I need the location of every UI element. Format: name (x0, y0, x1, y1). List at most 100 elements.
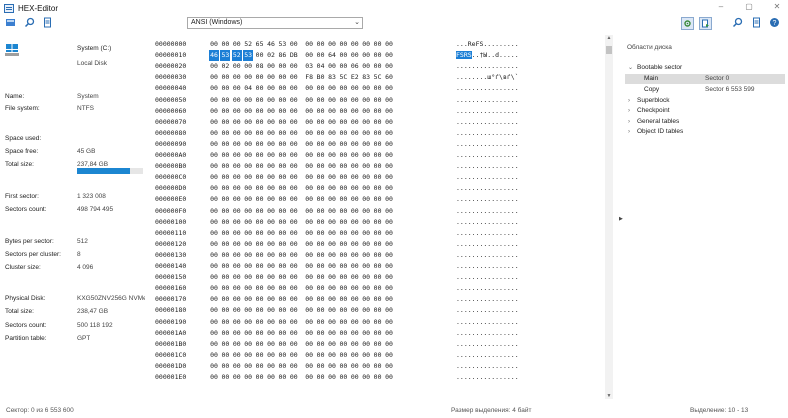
hex-row[interactable]: 00000190 00 00 00 00 00 00 00 00 00 00 00 00 00 00 00 00… (155, 317, 602, 328)
hex-byte[interactable]: 00 (266, 261, 276, 272)
hex-byte[interactable]: 00 (361, 206, 371, 217)
hex-byte[interactable]: 00 (232, 72, 242, 83)
hex-byte[interactable]: 00 (255, 183, 265, 194)
hex-byte[interactable]: 00 (243, 261, 253, 272)
hex-byte[interactable]: 00 (350, 206, 360, 217)
hex-byte[interactable]: 00 (373, 128, 383, 139)
hex-byte[interactable]: 00 (220, 361, 230, 372)
hex-byte[interactable]: 00 (277, 339, 287, 350)
hex-byte[interactable]: 00 (289, 106, 299, 117)
hex-byte[interactable]: 00 (361, 39, 371, 50)
hex-byte[interactable]: 00 (209, 339, 219, 350)
hex-byte[interactable]: 00 (266, 117, 276, 128)
hex-byte[interactable]: 00 (209, 83, 219, 94)
chevron-right-icon[interactable]: › (628, 127, 630, 137)
hex-byte[interactable]: 00 (350, 294, 360, 305)
hex-byte[interactable]: 00 (209, 39, 219, 50)
hex-byte[interactable]: 00 (304, 361, 314, 372)
hex-byte[interactable]: 00 (361, 95, 371, 106)
hex-byte[interactable]: 00 (361, 272, 371, 283)
hex-byte[interactable]: 53 (277, 39, 287, 50)
hex-ascii[interactable]: ................ (456, 339, 519, 350)
hex-byte[interactable]: 00 (220, 39, 230, 50)
hex-byte[interactable]: 00 (220, 272, 230, 283)
hex-byte[interactable]: 00 (277, 128, 287, 139)
hex-byte[interactable]: 00 (266, 83, 276, 94)
hex-byte[interactable]: 00 (277, 217, 287, 228)
hex-byte[interactable]: 00 (384, 261, 394, 272)
hex-byte[interactable]: 00 (289, 95, 299, 106)
hex-byte[interactable]: 00 (277, 372, 287, 383)
hex-byte[interactable]: 00 (255, 50, 265, 61)
hex-byte[interactable]: 00 (350, 217, 360, 228)
hex-byte[interactable]: 00 (350, 139, 360, 150)
hex-byte[interactable]: 00 (289, 217, 299, 228)
hex-byte[interactable]: 00 (361, 128, 371, 139)
hex-ascii[interactable]: ................ (456, 305, 519, 316)
hex-byte[interactable]: 00 (289, 150, 299, 161)
hex-byte[interactable]: 08 (255, 61, 265, 72)
hex-byte[interactable]: 00 (361, 261, 371, 272)
hex-byte[interactable]: 00 (209, 95, 219, 106)
hex-byte[interactable]: 00 (277, 183, 287, 194)
hex-byte[interactable]: 00 (304, 372, 314, 383)
hex-byte[interactable]: 00 (255, 117, 265, 128)
hex-byte[interactable]: 00 (373, 272, 383, 283)
hex-byte[interactable]: 00 (220, 350, 230, 361)
hex-byte[interactable]: 00 (350, 117, 360, 128)
hex-byte[interactable]: DB (289, 50, 299, 61)
hex-byte[interactable]: 00 (289, 172, 299, 183)
hex-byte[interactable]: 00 (338, 217, 348, 228)
hex-byte[interactable]: 00 (384, 350, 394, 361)
hex-byte[interactable]: 53 (243, 50, 254, 62)
hex-byte[interactable]: 00 (255, 328, 265, 339)
hex-byte[interactable]: 00 (338, 117, 348, 128)
hex-byte[interactable]: 00 (209, 183, 219, 194)
hex-byte[interactable]: 00 (243, 106, 253, 117)
hex-byte[interactable]: 00 (266, 183, 276, 194)
hex-byte[interactable]: 00 (361, 50, 371, 61)
hex-byte[interactable]: 00 (373, 361, 383, 372)
hex-byte[interactable]: 00 (277, 206, 287, 217)
hex-byte[interactable]: 00 (266, 372, 276, 383)
hex-byte[interactable]: 00 (338, 272, 348, 283)
hex-byte[interactable]: 00 (232, 106, 242, 117)
hex-byte[interactable]: 00 (209, 61, 219, 72)
hex-byte[interactable]: 00 (350, 339, 360, 350)
hex-byte[interactable]: 00 (266, 361, 276, 372)
hex-byte[interactable]: 00 (277, 350, 287, 361)
hex-byte[interactable]: 06 (350, 61, 360, 72)
hex-byte[interactable]: 00 (373, 294, 383, 305)
hex-byte[interactable]: 46 (209, 50, 219, 62)
hex-byte[interactable]: 00 (316, 194, 326, 205)
help-icon[interactable]: ? (769, 17, 780, 28)
hex-byte[interactable]: 00 (373, 372, 383, 383)
hex-byte[interactable]: 00 (373, 172, 383, 183)
hex-byte[interactable]: 83 (327, 72, 337, 83)
hex-byte[interactable]: 00 (350, 194, 360, 205)
hex-byte[interactable]: 00 (289, 261, 299, 272)
hex-byte[interactable]: 00 (209, 139, 219, 150)
hex-byte[interactable]: 00 (232, 183, 242, 194)
hex-byte[interactable]: 00 (277, 317, 287, 328)
hex-byte[interactable]: 00 (289, 117, 299, 128)
hex-byte[interactable]: 00 (255, 161, 265, 172)
hex-byte[interactable]: 00 (384, 317, 394, 328)
hex-byte[interactable]: 00 (209, 206, 219, 217)
hex-byte[interactable]: 00 (220, 117, 230, 128)
hex-byte[interactable]: 00 (373, 239, 383, 250)
hex-byte[interactable]: 00 (338, 128, 348, 139)
hex-byte[interactable]: 00 (384, 228, 394, 239)
hex-byte[interactable]: 00 (338, 250, 348, 261)
hex-byte[interactable]: 00 (277, 194, 287, 205)
hex-row[interactable]: 00000130 00 00 00 00 00 00 00 00 00 00 00 00 00 00 00 00… (155, 250, 602, 261)
hex-byte[interactable]: 00 (316, 350, 326, 361)
hex-ascii[interactable]: ................ (456, 272, 519, 283)
hex-byte[interactable]: 00 (255, 95, 265, 106)
hex-byte[interactable]: 46 (266, 39, 276, 50)
hex-row[interactable]: 00000000 00 00 00 52 65 46 53 00 00 00 00 00 00 00 00 00… (155, 39, 602, 50)
hex-byte[interactable]: 00 (277, 150, 287, 161)
hex-byte[interactable]: 00 (327, 39, 337, 50)
export-icon[interactable] (699, 17, 712, 30)
hex-byte[interactable]: 00 (338, 283, 348, 294)
